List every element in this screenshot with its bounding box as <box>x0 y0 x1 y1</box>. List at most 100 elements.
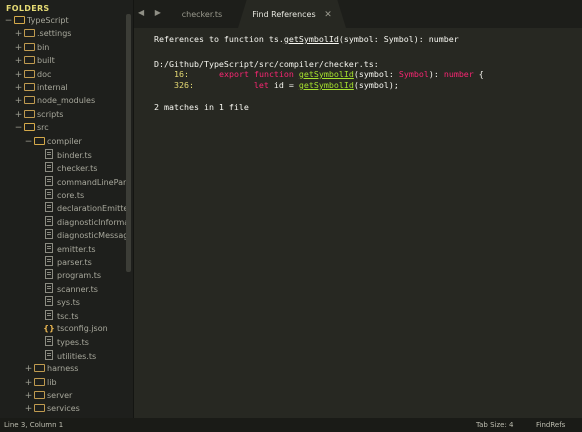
tab-label: Find References <box>252 10 316 19</box>
collapse-icon[interactable]: − <box>24 136 33 148</box>
expand-icon[interactable]: + <box>24 363 33 375</box>
tree-folder[interactable]: + harness <box>0 362 126 375</box>
tree-file[interactable]: emitter.ts <box>0 242 126 255</box>
tree-folder[interactable]: + lib <box>0 376 126 389</box>
tree-file[interactable]: diagnosticMessag <box>0 228 126 241</box>
tree-folder[interactable]: + doc <box>0 68 126 81</box>
file-icon <box>43 148 55 161</box>
folder-icon <box>33 376 45 389</box>
folder-icon <box>23 94 35 107</box>
tree-item-label: doc <box>37 69 52 79</box>
expand-icon[interactable]: + <box>24 377 33 389</box>
tree-folder[interactable]: + server <box>0 389 126 402</box>
tree-item-label: tsc.ts <box>57 311 79 321</box>
tree-item-label: built <box>37 56 55 66</box>
tree-file[interactable]: sys.ts <box>0 295 126 308</box>
file-icon <box>43 295 55 308</box>
tree-item-label: TypeScript <box>27 16 69 25</box>
tree-folder[interactable]: − TypeScript <box>0 14 126 27</box>
file-icon <box>43 228 55 241</box>
folder-icon <box>23 108 35 121</box>
tree-file[interactable]: checker.ts <box>0 161 126 174</box>
tree-file[interactable]: scanner.ts <box>0 282 126 295</box>
expand-icon[interactable]: + <box>14 55 23 67</box>
tab-label: checker.ts <box>181 10 223 19</box>
sidebar-scrollbar[interactable] <box>126 14 131 272</box>
expand-icon[interactable]: + <box>14 69 23 81</box>
tree-file[interactable]: core.ts <box>0 188 126 201</box>
tree-item-label: lib <box>47 377 57 387</box>
file-icon <box>43 188 55 201</box>
expand-icon[interactable]: + <box>14 42 23 54</box>
match-line-326[interactable]: 326: let id = getSymbolId(symbol); <box>154 80 399 90</box>
tree-item-label: services <box>47 404 80 414</box>
syntax-indicator[interactable]: FindRefs <box>536 418 565 432</box>
collapse-icon[interactable]: − <box>4 15 13 27</box>
tree-file[interactable]: utilities.ts <box>0 349 126 362</box>
tree-item-label: checker.ts <box>57 164 98 174</box>
tree-item-label: internal <box>37 82 68 92</box>
tree-folder[interactable]: + services <box>0 402 126 415</box>
folder-icon <box>33 362 45 375</box>
file-icon <box>43 161 55 174</box>
folder-icon <box>23 81 35 94</box>
tree-folder[interactable]: + bin <box>0 41 126 54</box>
tree-file[interactable]: parser.ts <box>0 255 126 268</box>
tree-file[interactable]: {} tsconfig.json <box>0 322 126 335</box>
tree-file[interactable]: declarationEmitte <box>0 201 126 214</box>
expand-icon[interactable]: + <box>14 109 23 121</box>
tree-folder[interactable]: + node_modules <box>0 94 126 107</box>
tree-folder[interactable]: + internal <box>0 81 126 94</box>
expand-icon[interactable]: + <box>24 390 33 402</box>
editor-pane[interactable]: References to function ts.getSymbolId(sy… <box>134 28 582 418</box>
tree-item-label: binder.ts <box>57 150 92 160</box>
tree-folder[interactable]: − compiler <box>0 135 126 148</box>
expand-icon[interactable]: + <box>14 28 23 40</box>
result-file-path[interactable]: D:/Github/TypeScript/src/compiler/checke… <box>154 59 379 69</box>
close-icon[interactable]: ✕ <box>324 10 332 20</box>
sidebar: FOLDERS − TypeScript + .settings + bin + built +… <box>0 0 134 418</box>
tree-file[interactable]: program.ts <box>0 268 126 281</box>
tree-item-label: diagnosticInforma <box>57 217 126 227</box>
file-icon <box>43 255 55 268</box>
tree-item-label: commandLinePar <box>57 177 126 187</box>
tab-checker-ts[interactable]: checker.ts <box>154 0 250 28</box>
tree-item-label: compiler <box>47 136 82 146</box>
folder-icon <box>33 135 45 148</box>
tree-item-label: bin <box>37 42 50 52</box>
tab-find-references[interactable]: Find References ✕ <box>238 0 346 28</box>
file-icon <box>43 349 55 362</box>
tree-file[interactable]: diagnosticInforma <box>0 215 126 228</box>
folder-icon <box>23 27 35 40</box>
file-icon <box>43 215 55 228</box>
tree-folder[interactable]: − src <box>0 121 126 134</box>
match-line-16[interactable]: 16: export function getSymbolId(symbol: … <box>154 69 484 79</box>
tree-item-label: harness <box>47 364 79 374</box>
tree-item-label: program.ts <box>57 271 101 281</box>
expand-icon[interactable]: + <box>14 82 23 94</box>
tree-item-label: parser.ts <box>57 258 92 268</box>
tab-bar: ◀ ▶ checker.ts Find References ✕ <box>134 0 582 28</box>
tab-size-indicator[interactable]: Tab Size: 4 <box>476 418 513 432</box>
expand-icon[interactable]: + <box>14 95 23 107</box>
folder-icon <box>23 121 35 134</box>
expand-icon[interactable]: + <box>24 403 33 415</box>
tree-file[interactable]: types.ts <box>0 335 126 348</box>
tree-folder[interactable]: + .settings <box>0 27 126 40</box>
collapse-icon[interactable]: − <box>14 122 23 134</box>
tree-item-label: types.ts <box>57 338 89 348</box>
file-icon <box>43 335 55 348</box>
file-icon <box>43 242 55 255</box>
file-icon <box>43 309 55 322</box>
tree-item-label: tsconfig.json <box>57 323 108 333</box>
file-icon <box>43 282 55 295</box>
folder-icon <box>33 402 45 415</box>
tree-file[interactable]: binder.ts <box>0 148 126 161</box>
tree-file[interactable]: tsc.ts <box>0 309 126 322</box>
file-icon <box>43 201 55 214</box>
tree-item-label: node_modules <box>37 96 96 106</box>
tree-folder[interactable]: + scripts <box>0 108 126 121</box>
tree-file[interactable]: commandLinePar <box>0 175 126 188</box>
tree-folder[interactable]: + built <box>0 54 126 67</box>
tree-item-label: core.ts <box>57 191 85 201</box>
